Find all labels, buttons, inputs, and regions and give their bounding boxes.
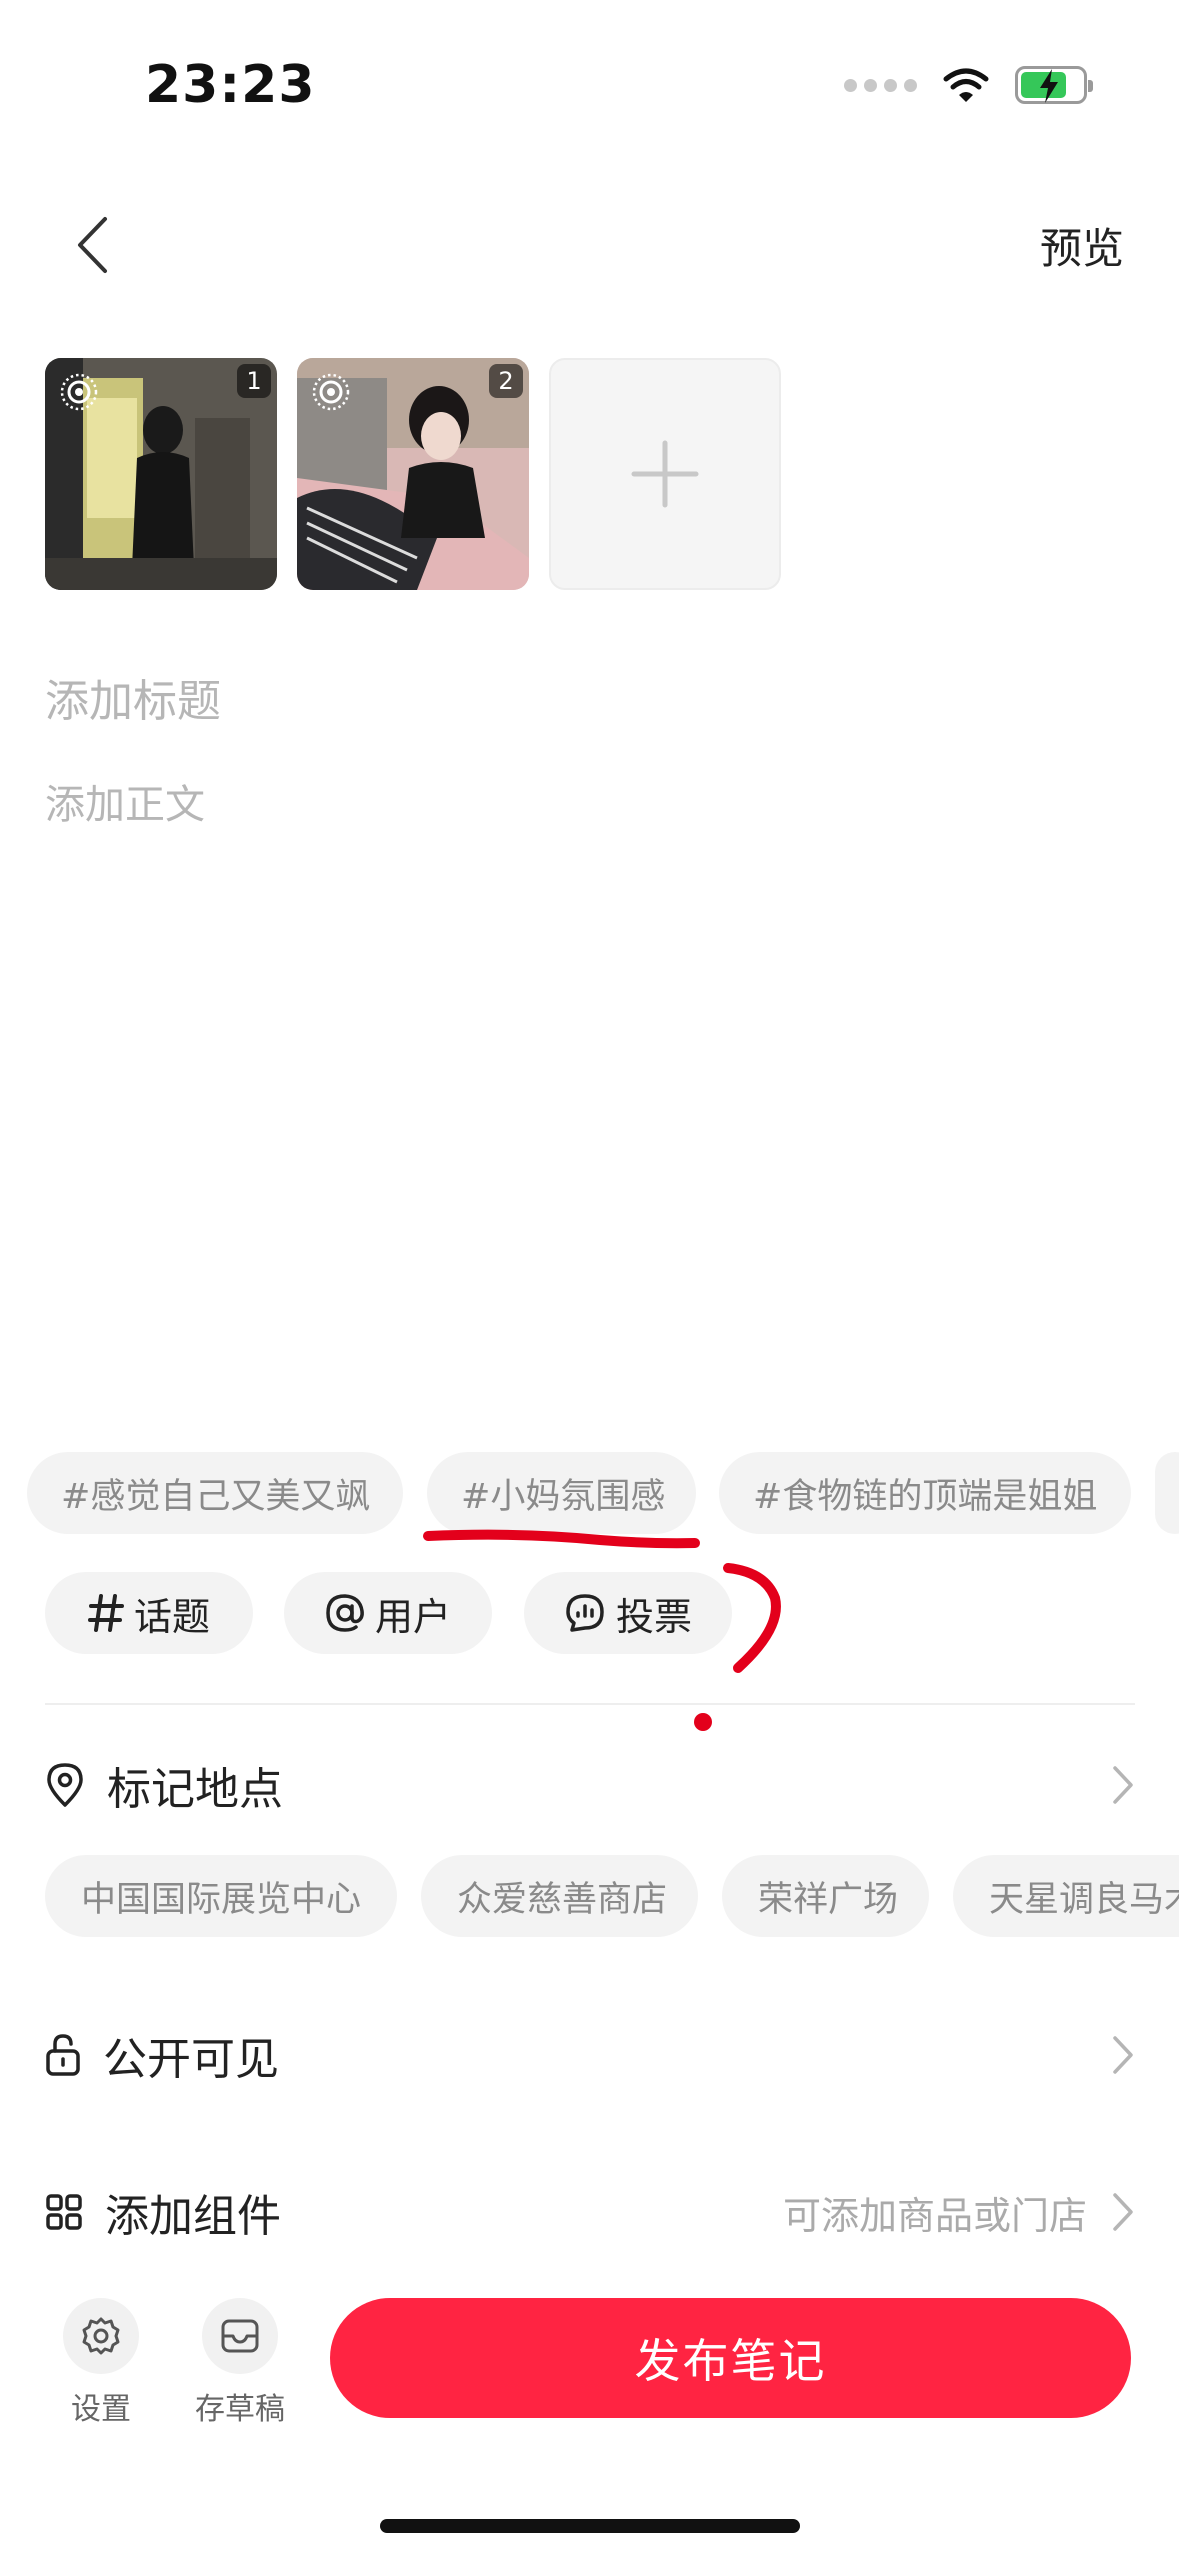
media-index-badge: 2 <box>489 364 523 398</box>
settings-icon-circle <box>63 2298 139 2374</box>
wifi-icon <box>943 68 989 102</box>
visibility-row[interactable]: 公开可见 <box>45 2010 1135 2100</box>
gear-icon <box>82 2317 120 2355</box>
visibility-label: 公开可见 <box>103 2034 279 2085</box>
mention-user-button[interactable]: 用户 <box>284 1572 492 1654</box>
body-input[interactable]: 添加正文 <box>45 772 205 830</box>
location-suggestion-chip[interactable]: 荣祥广场 <box>722 1855 929 1937</box>
add-media-button[interactable] <box>549 358 781 590</box>
media-thumbnail-2[interactable]: 2 <box>297 358 529 590</box>
location-suggestion-chip[interactable]: 天星调良马术 <box>953 1855 1179 1937</box>
location-label: 标记地点 <box>107 1764 283 1815</box>
add-component-hint: 可添加商品或门店 <box>782 2193 1087 2238</box>
tag-chip-overflow-right <box>1155 1452 1179 1534</box>
live-photo-icon <box>311 372 351 416</box>
status-time: 23:23 <box>145 55 316 115</box>
location-pin-icon <box>47 1763 83 1807</box>
unlock-icon <box>46 2034 80 2076</box>
user-label: 用户 <box>374 1594 451 1639</box>
publish-note-button[interactable]: 发布笔记 <box>330 2298 1131 2418</box>
home-indicator <box>380 2519 800 2533</box>
at-sign-icon <box>326 1594 364 1632</box>
tag-chip[interactable]: #小妈氛围感 <box>427 1452 696 1534</box>
vote-label: 投票 <box>615 1594 692 1639</box>
add-component-label: 添加组件 <box>105 2191 281 2242</box>
draft-icon-circle <box>202 2298 278 2374</box>
topic-label: 话题 <box>133 1594 210 1639</box>
media-index-badge: 1 <box>237 364 271 398</box>
tag-chip[interactable]: #食物链的顶端是姐姐 <box>719 1452 1131 1534</box>
battery-icon <box>1015 66 1093 104</box>
status-icons <box>844 60 1093 110</box>
media-thumbnail-1[interactable]: 1 <box>45 358 277 590</box>
settings-button[interactable]: 设置 <box>46 2298 156 2428</box>
signal-dots-icon <box>844 78 917 92</box>
chevron-left-icon <box>78 217 107 273</box>
location-row[interactable]: 标记地点 <box>45 1740 1135 1830</box>
hashtag-icon <box>87 1594 124 1632</box>
save-draft-button[interactable]: 存草稿 <box>185 2298 295 2428</box>
settings-label: 设置 <box>71 2392 131 2427</box>
chevron-right-icon <box>1113 2193 1133 2231</box>
section-divider <box>45 1703 1135 1705</box>
add-component-row[interactable]: 添加组件 可添加商品或门店 <box>45 2167 1135 2257</box>
inbox-tray-icon <box>221 2319 259 2353</box>
topic-button[interactable]: 话题 <box>45 1572 253 1654</box>
plus-icon <box>631 440 699 508</box>
grid-icon <box>46 2194 82 2230</box>
tag-chip[interactable]: #感觉自己又美又飒 <box>27 1452 403 1534</box>
location-suggestion-chip[interactable]: 众爱慈善商店 <box>421 1855 698 1937</box>
chevron-right-icon <box>1113 2036 1133 2074</box>
preview-button[interactable]: 预览 <box>1040 215 1124 276</box>
chevron-right-icon <box>1113 1766 1133 1804</box>
vote-bubble-icon <box>566 1594 604 1632</box>
live-photo-icon <box>59 372 99 416</box>
save-draft-label: 存草稿 <box>195 2392 285 2427</box>
back-button[interactable] <box>62 210 122 280</box>
location-suggestion-chip[interactable]: 中国国际展览中心 <box>45 1855 397 1937</box>
vote-button[interactable]: 投票 <box>524 1572 732 1654</box>
title-input[interactable]: 添加标题 <box>45 665 221 729</box>
